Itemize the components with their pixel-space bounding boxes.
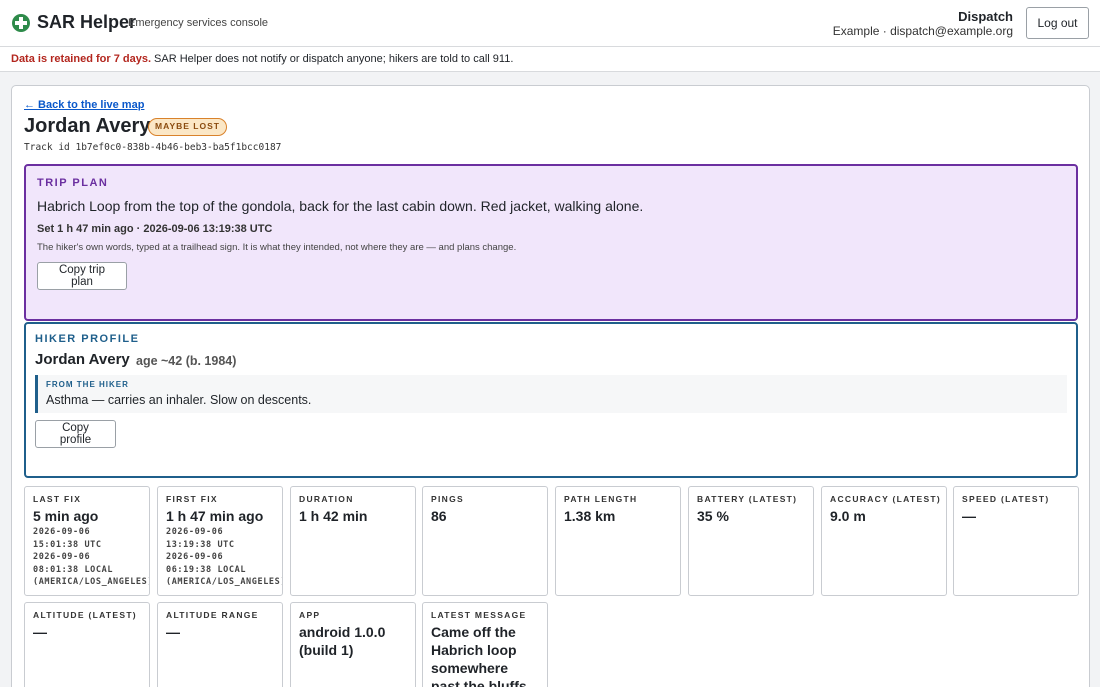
stat-key: SPEED (LATEST): [962, 494, 1050, 504]
user-account: Example · dispatch@example.org: [832, 24, 1013, 38]
stat-card-speed: SPEED (LATEST) —: [953, 486, 1079, 596]
stat-value: —: [166, 624, 180, 640]
retention-notice: Data is retained for 7 days. SAR Helper …: [0, 47, 1100, 72]
stat-card-latest-message: LATEST MESSAGE Came off the Habrich loop…: [422, 602, 548, 687]
stat-card-accuracy: ACCURACY (LATEST) 9.0 m: [821, 486, 947, 596]
track-id: Track id 1b7ef0c0-838b-4b46-beb3-ba5f1bc…: [24, 142, 282, 153]
hiker-note-label: FROM THE HIKER: [46, 380, 129, 389]
stat-card-altitude-range: ALTITUDE RANGE —: [157, 602, 283, 687]
trip-plan-label: TRIP PLAN: [37, 177, 109, 189]
hiker-note-text: Asthma — carries an inhaler. Slow on des…: [46, 393, 312, 407]
stat-card-pings: PINGS 86: [422, 486, 548, 596]
stat-card-altitude: ALTITUDE (LATEST) —: [24, 602, 150, 687]
hiker-profile-section: HIKER PROFILE Jordan Avery age ~42 (b. 1…: [24, 322, 1078, 478]
trip-plan-set-time: Set 1 h 47 min ago · 2026-09-06 13:19:38…: [37, 223, 273, 235]
profile-age: age ~42 (b. 1984): [136, 354, 237, 368]
stat-key: ACCURACY (LATEST): [830, 494, 942, 504]
stat-detail: 2026-09-06 15:01:38 UTC 2026-09-06 08:01…: [33, 527, 150, 587]
stat-value: 1 h 42 min: [299, 508, 368, 524]
stat-card-first-fix: FIRST FIX 1 h 47 min ago 2026-09-06 13:1…: [157, 486, 283, 596]
app-name: SAR Helper: [37, 12, 137, 32]
stat-card-last-fix: LAST FIX 5 min ago 2026-09-06 15:01:38 U…: [24, 486, 150, 596]
medical-cross-icon: [12, 14, 30, 32]
stat-key: FIRST FIX: [166, 494, 218, 504]
stat-key: BATTERY (LATEST): [697, 494, 798, 504]
track-detail-panel: ← Back to the live map Jordan Avery MAYB…: [11, 85, 1090, 687]
stat-key: ALTITUDE RANGE: [166, 610, 259, 620]
stat-key: DURATION: [299, 494, 354, 504]
copy-trip-plan-button[interactable]: Copy trip plan: [37, 262, 127, 290]
stat-card-duration: DURATION 1 h 42 min: [290, 486, 416, 596]
profile-name: Jordan Avery: [35, 351, 130, 368]
stat-key: APP: [299, 610, 321, 620]
stat-value: 86: [431, 508, 447, 524]
stat-value: android 1.0.0 (build 1): [299, 624, 386, 658]
stat-detail: 2026-09-06 13:19:38 UTC 2026-09-06 06:19…: [166, 527, 283, 587]
back-to-map-link[interactable]: ← Back to the live map: [24, 99, 144, 111]
app-subtitle: Emergency services console: [128, 17, 269, 29]
stat-card-battery: BATTERY (LATEST) 35 %: [688, 486, 814, 596]
stat-key: PINGS: [431, 494, 464, 504]
trip-plan-text: Habrich Loop from the top of the gondola…: [37, 198, 644, 214]
hiker-note: FROM THE HIKER Asthma — carries an inhal…: [35, 375, 1067, 413]
stat-card-app: APP android 1.0.0 (build 1): [290, 602, 416, 687]
stat-value: —: [962, 508, 976, 524]
trip-plan-section: TRIP PLAN Habrich Loop from the top of t…: [24, 164, 1078, 321]
stat-value: 35 %: [697, 508, 729, 524]
retention-notice-strong: Data is retained for 7 days.: [11, 53, 151, 65]
stat-key: LAST FIX: [33, 494, 82, 504]
copy-profile-button[interactable]: Copy profile: [35, 420, 116, 448]
stat-key: PATH LENGTH: [564, 494, 638, 504]
stat-value: 9.0 m: [830, 508, 866, 524]
hiker-name-title: Jordan Avery: [24, 115, 151, 137]
hiker-profile-label: HIKER PROFILE: [35, 333, 140, 345]
user-role: Dispatch: [958, 9, 1013, 24]
status-badge: MAYBE LOST: [148, 118, 227, 136]
stat-key: LATEST MESSAGE: [431, 610, 527, 620]
stat-value: 1 h 47 min ago: [166, 508, 264, 524]
logout-button[interactable]: Log out: [1026, 7, 1089, 39]
stat-value: 1.38 km: [564, 508, 616, 524]
retention-notice-text: SAR Helper does not notify or dispatch a…: [151, 53, 514, 65]
stat-card-path-length: PATH LENGTH 1.38 km: [555, 486, 681, 596]
stat-value: 5 min ago: [33, 508, 99, 524]
stat-value: Came off the Habrich loop somewhere past…: [431, 624, 527, 687]
top-bar: SAR Helper Emergency services console Di…: [0, 0, 1100, 47]
stat-value: —: [33, 624, 47, 640]
stat-key: ALTITUDE (LATEST): [33, 610, 137, 620]
trip-plan-note: The hiker's own words, typed at a trailh…: [37, 242, 517, 253]
